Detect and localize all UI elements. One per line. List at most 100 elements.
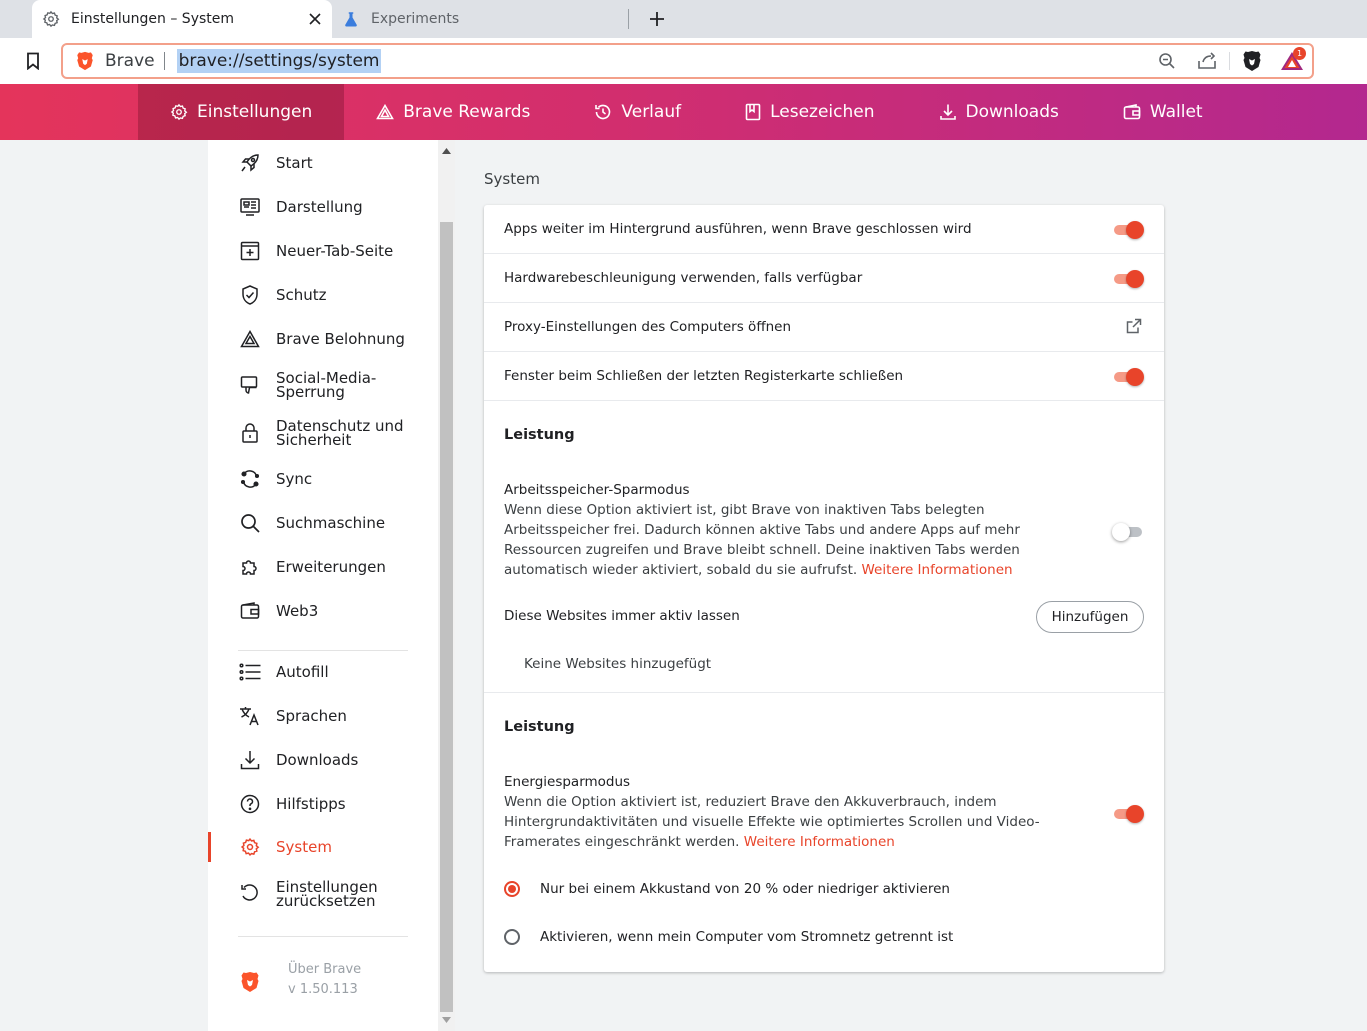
energy-learn-more-link[interactable]: Weitere Informationen [744,834,895,850]
gear-icon [170,103,188,121]
bookmark-button[interactable] [22,50,44,72]
energy-saver-description: Wenn die Option aktiviert ist, reduziert… [504,794,1040,850]
url-text[interactable]: brave://settings/system [176,49,382,73]
keep-sites-active-label: Diese Websites immer aktiv lassen [504,608,740,624]
sidebar-item-label: Einstellungen zurücksetzen [276,878,378,910]
nav-brave-rewards[interactable]: Brave Rewards [344,84,562,140]
shield-icon [239,284,261,306]
zoom-button[interactable] [1147,45,1187,77]
triangle-icon [239,328,261,350]
close-icon[interactable] [304,8,326,30]
external-link-icon[interactable] [1124,316,1144,336]
sidebar-item-start[interactable]: Start [208,152,438,174]
radio-button[interactable] [504,929,520,945]
sidebar-item-reset-settings[interactable]: Einstellungen zurücksetzen [208,878,438,910]
sidebar-item-social-media-blocking[interactable]: Social-Media- Sperrung [208,370,438,400]
sidebar-item-label: Sprachen [276,707,347,725]
sidebar-item-languages[interactable]: Sprachen [208,705,438,727]
new-tab-button[interactable] [645,7,669,31]
nav-label: Einstellungen [197,102,313,122]
sidebar-divider [238,650,408,651]
nav-label: Verlauf [621,102,682,122]
sidebar-item-label: Neuer-Tab-Seite [276,242,394,260]
sync-icon [239,468,261,490]
omnibox-actions: 1 [1147,45,1312,77]
nav-label: Lesezeichen [770,102,875,122]
energy-section-heading: Leistung [504,719,575,735]
rewards-button[interactable]: 1 [1272,45,1312,77]
radio-label: Aktivieren, wenn mein Computer vom Strom… [540,929,954,945]
nav-bookmarks[interactable]: Lesezeichen [713,84,906,140]
sidebar-item-search-engine[interactable]: Suchmaschine [208,512,438,534]
sidebar-item-label: Darstellung [276,198,363,216]
setting-label: Apps weiter im Hintergrund ausführen, we… [504,221,972,237]
sidebar-item-label: Social-Media- Sperrung [276,369,377,401]
sidebar-item-label: Erweiterungen [276,558,386,576]
page-title: System [484,170,540,188]
add-site-button[interactable]: Hinzufügen [1036,601,1144,633]
search-icon [239,512,261,534]
sidebar-item-label: Brave Belohnung [276,330,405,348]
sidebar-item-extensions[interactable]: Erweiterungen [208,556,438,578]
zoom-out-icon [1159,53,1175,69]
nav-downloads[interactable]: Downloads [907,84,1091,140]
energy-option-unplugged[interactable]: Aktivieren, wenn mein Computer vom Strom… [504,927,953,947]
toolbar-divider [1229,52,1230,70]
energy-saver-toggle[interactable] [1112,805,1144,823]
scrollbar-thumb[interactable] [440,222,453,1012]
sidebar-item-help-tips[interactable]: Hilfstipps [208,793,438,815]
sidebar-item-autofill[interactable]: Autofill [208,661,438,683]
sidebar-item-new-tab-page[interactable]: Neuer-Tab-Seite [208,240,438,262]
sidebar-item-appearance[interactable]: Darstellung [208,196,438,218]
brave-lion-icon [77,51,93,71]
memory-saver-title: Arbeitsspeicher-Sparmodus [504,482,690,498]
rocket-icon [239,152,261,174]
lock-icon [239,422,261,444]
hardware-acceleration-toggle[interactable] [1112,270,1144,288]
radio-label: Nur bei einem Akkustand von 20 % oder ni… [540,881,950,897]
memory-saver-toggle[interactable] [1112,523,1144,541]
help-icon [239,793,261,815]
radio-button[interactable] [504,881,520,897]
sidebar-item-web3[interactable]: Web3 [208,600,438,622]
sidebar-item-system[interactable]: System [208,832,438,862]
sidebar-divider [238,936,408,937]
memory-learn-more-link[interactable]: Weitere Informationen [861,562,1012,578]
sidebar-item-label: System [276,838,332,856]
puzzle-icon [239,556,261,578]
tab-settings-system[interactable]: Einstellungen – System [32,0,332,38]
sidebar-item-label: Sync [276,470,313,488]
sidebar-item-sync[interactable]: Sync [208,468,438,490]
about-version: v 1.50.113 [288,982,358,997]
shields-button[interactable] [1232,45,1272,77]
tab-experiments[interactable]: Experiments [332,0,628,38]
nav-history[interactable]: Verlauf [562,84,713,140]
sidebar-item-label: Hilfstipps [276,795,346,813]
setting-label: Proxy-Einstellungen des Computers öffnen [504,319,792,335]
scroll-up-arrow-icon[interactable] [438,144,455,158]
setting-row-proxy[interactable]: Proxy-Einstellungen des Computers öffnen [484,303,1164,352]
address-bar[interactable]: Brave brave://settings/system 1 [61,43,1314,79]
share-button[interactable] [1187,45,1227,77]
sidebar-item-shields[interactable]: Schutz [208,284,438,306]
wallet-icon [1123,104,1141,120]
sidebar-item-label: Downloads [276,751,359,769]
scroll-down-arrow-icon[interactable] [438,1013,455,1027]
background-apps-toggle[interactable] [1112,221,1144,239]
list-icon [239,661,261,683]
history-icon [595,104,611,120]
tab-strip: Einstellungen – System Experiments [0,0,1367,38]
plus-icon [650,12,664,26]
nav-label: Downloads [965,102,1059,122]
about-brave[interactable]: Über Brave v 1.50.113 [238,960,408,1004]
download-icon [939,104,956,120]
sidebar-scrollbar[interactable] [438,140,455,1031]
close-window-toggle[interactable] [1112,368,1144,386]
setting-row-background-apps: Apps weiter im Hintergrund ausführen, we… [484,205,1164,254]
sidebar-item-downloads[interactable]: Downloads [208,749,438,771]
sidebar-item-privacy-security[interactable]: Datenschutz und Sicherheit [208,418,438,448]
sidebar-item-brave-rewards[interactable]: Brave Belohnung [208,328,438,350]
energy-option-battery-20[interactable]: Nur bei einem Akkustand von 20 % oder ni… [504,879,950,899]
nav-settings[interactable]: Einstellungen [138,84,345,140]
nav-wallet[interactable]: Wallet [1091,84,1235,140]
